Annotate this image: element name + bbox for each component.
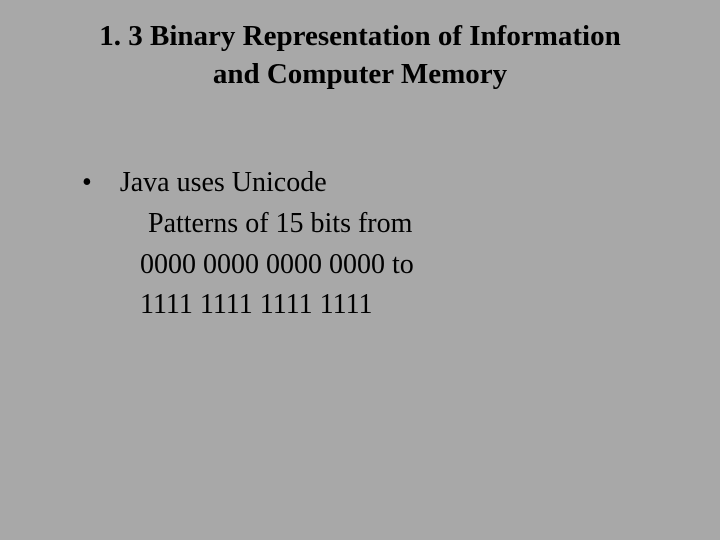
content-line-2: 0000 0000 0000 0000 to xyxy=(82,245,680,286)
bullet-marker: • xyxy=(82,163,92,202)
content-line-1: Patterns of 15 bits from xyxy=(82,204,680,245)
slide-container: 1. 3 Binary Representation of Informatio… xyxy=(0,0,720,540)
title-line-2: and Computer Memory xyxy=(213,58,507,90)
bullet-text: Java uses Unicode xyxy=(120,163,327,204)
content-line-3: 1111 1111 1111 1111 xyxy=(82,285,680,326)
title-line-1: 1. 3 Binary Representation of Informatio… xyxy=(99,20,620,52)
bullet-item: • Java uses Unicode xyxy=(82,163,680,204)
slide-content: • Java uses Unicode Patterns of 15 bits … xyxy=(40,163,680,325)
slide-title: 1. 3 Binary Representation of Informatio… xyxy=(40,18,680,93)
